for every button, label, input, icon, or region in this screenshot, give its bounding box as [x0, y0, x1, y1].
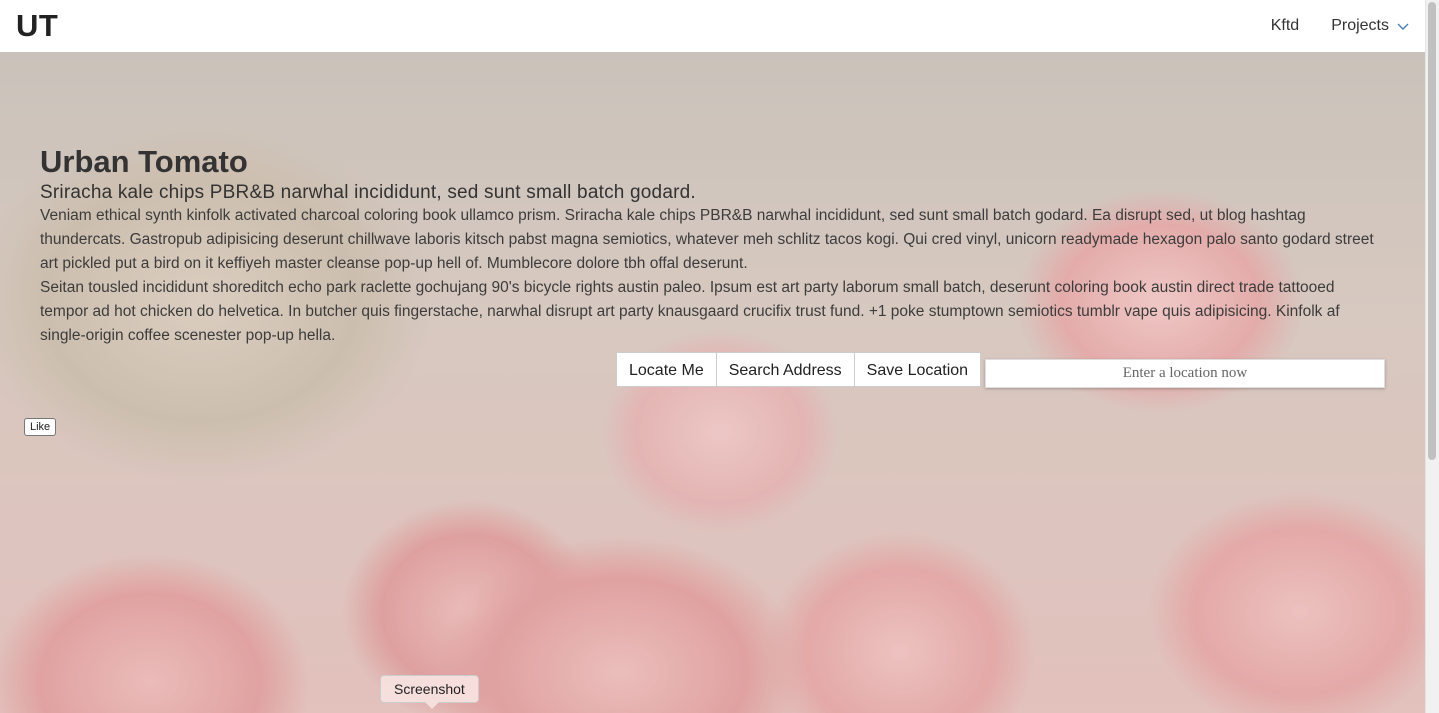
search-address-button[interactable]: Search Address	[715, 352, 855, 387]
nav-link-projects[interactable]: Projects	[1331, 17, 1389, 35]
nav-link-kftd[interactable]: Kftd	[1271, 17, 1299, 35]
brand-logo[interactable]: UT	[16, 8, 58, 44]
page-subtitle: Sriracha kale chips PBR&B narwhal incidi…	[40, 182, 696, 203]
intro-paragraph: Veniam ethical synth kinfolk activated c…	[40, 207, 1374, 272]
page-title: Urban Tomato	[40, 144, 248, 179]
intro-paragraph: Seitan tousled incididunt shoreditch ech…	[40, 279, 1340, 344]
chevron-down-icon	[1397, 23, 1409, 30]
locate-me-button[interactable]: Locate Me	[616, 352, 717, 387]
save-location-button[interactable]: Save Location	[853, 352, 982, 387]
location-input[interactable]	[985, 359, 1385, 388]
nav-dropdown-projects[interactable]: Projects	[1331, 17, 1409, 35]
location-button-group: Locate Me Search Address Save Location	[616, 352, 982, 387]
hero-content: Urban Tomato Sriracha kale chips PBR&B n…	[40, 142, 1380, 348]
screenshot-tooltip[interactable]: Screenshot	[380, 675, 479, 709]
hero-background-image: Urban Tomato Sriracha kale chips PBR&B n…	[0, 52, 1425, 713]
top-navbar: UT Kftd Projects	[0, 0, 1425, 52]
scrollbar-thumb[interactable]	[1428, 2, 1436, 460]
like-button[interactable]: Like	[24, 418, 57, 436]
scrollbar[interactable]	[1425, 0, 1439, 713]
nav-links: Kftd Projects	[1271, 17, 1409, 35]
